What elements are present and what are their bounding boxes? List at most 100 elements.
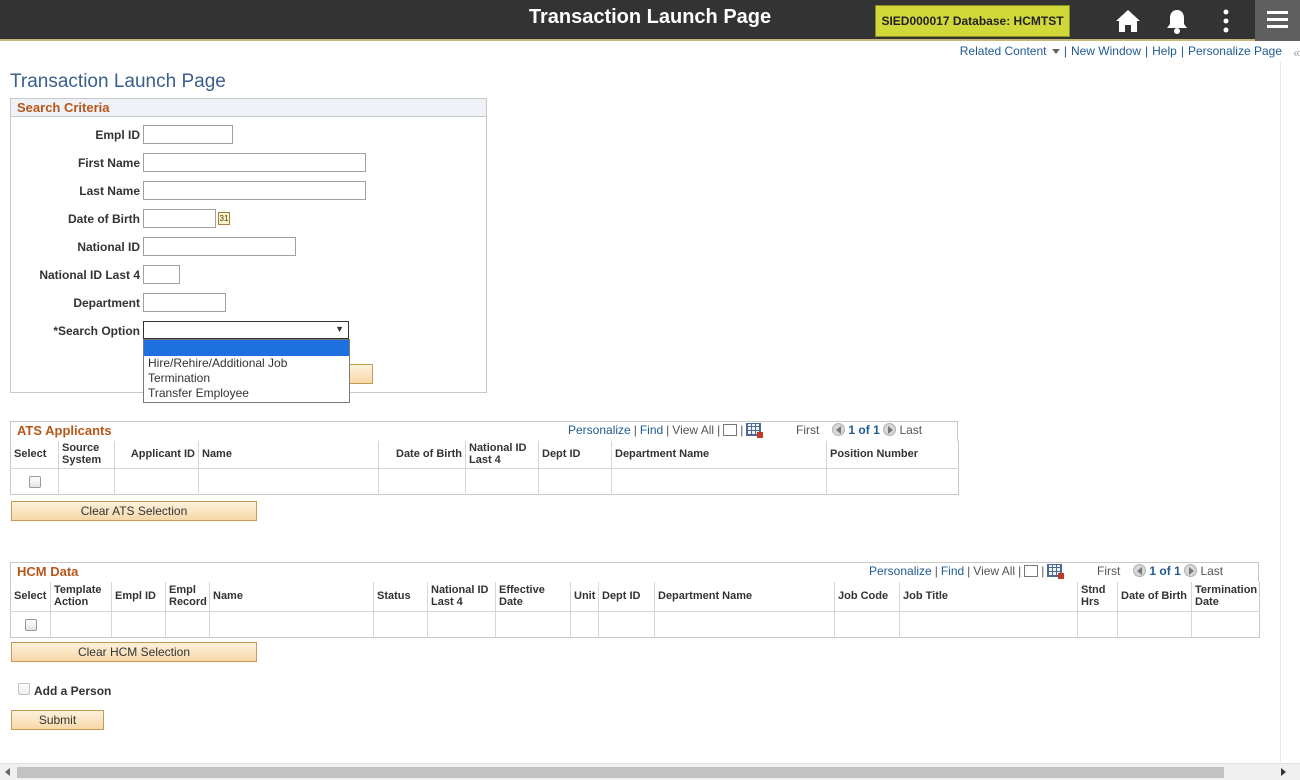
home-icon[interactable] — [1113, 6, 1143, 36]
dropdown-option-termination[interactable]: Termination — [144, 371, 349, 386]
hcm-last-label: Last — [1200, 564, 1224, 578]
table-row — [11, 611, 1260, 637]
scroll-left-icon[interactable] — [5, 768, 10, 776]
ats-grid-nav: Personalize | Find | View All | | First 1 of 1… — [568, 423, 923, 438]
hcm-header-row: Select Template Action Empl ID Empl Reco… — [10, 582, 1260, 612]
bell-icon[interactable] — [1162, 6, 1192, 36]
dropdown-arrow-icon: ▼ — [335, 324, 344, 334]
search-criteria-header: Search Criteria — [10, 98, 487, 117]
clear-hcm-selection-button[interactable]: Clear HCM Selection — [11, 642, 257, 662]
last-name-input[interactable] — [143, 181, 366, 200]
environment-badge: SIED000017 Database: HCMTST — [875, 5, 1070, 37]
download-excel-icon[interactable] — [746, 423, 764, 438]
calendar-icon[interactable]: 31 — [218, 212, 230, 225]
banner-title: Transaction Launch Page — [528, 6, 772, 28]
column-header: Unit — [570, 582, 599, 612]
table-row — [11, 468, 959, 494]
column-header: Date of Birth — [1117, 582, 1192, 612]
empl-id-input[interactable] — [143, 125, 233, 144]
ats-applicants-grid: Select Source System Applicant ID Name D… — [10, 441, 959, 495]
national-id-last4-label: National ID Last 4 — [39, 268, 140, 282]
column-header: Source System — [58, 441, 115, 469]
collapse-icon[interactable]: « — [1293, 46, 1300, 60]
first-name-input[interactable] — [143, 153, 366, 172]
column-header: Termination Date — [1191, 582, 1260, 612]
select-checkbox[interactable] — [24, 618, 37, 631]
horizontal-scrollbar[interactable] — [0, 763, 1300, 780]
scroll-right-icon[interactable] — [1281, 768, 1286, 776]
submit-button[interactable]: Submit — [11, 710, 104, 730]
clear-ats-selection-button[interactable]: Clear ATS Selection — [11, 501, 257, 521]
app-banner: Transaction Launch Page SIED000017 Datab… — [0, 0, 1300, 41]
column-header: Date of Birth — [378, 441, 466, 469]
ats-view-all-link[interactable]: View All — [672, 423, 714, 437]
kebab-menu-icon[interactable] — [1211, 6, 1241, 36]
page-title: Transaction Launch Page — [10, 71, 226, 92]
dropdown-option-blank[interactable] — [144, 340, 349, 356]
hcm-first-label: First — [1097, 564, 1121, 578]
search-option-dropdown[interactable]: Hire/Rehire/Additional Job Termination T… — [143, 339, 350, 403]
column-header: Empl Record — [165, 582, 210, 612]
hcm-view-all-link[interactable]: View All — [973, 564, 1015, 578]
column-header: Applicant ID — [114, 441, 199, 469]
empl-id-label: Empl ID — [95, 128, 140, 142]
nav-menu-icon[interactable] — [1255, 0, 1300, 41]
column-header: Department Name — [611, 441, 827, 469]
column-header: Job Code — [834, 582, 900, 612]
previous-icon[interactable] — [832, 423, 846, 436]
chevron-down-icon — [1051, 49, 1060, 54]
column-header: Name — [209, 582, 374, 612]
dropdown-option-transfer[interactable]: Transfer Employee — [144, 386, 349, 401]
column-header: Dept ID — [538, 441, 612, 469]
column-header: Stnd Hrs — [1077, 582, 1118, 612]
related-links-bar: Related Content | New Window | Help | Persona… — [959, 44, 1282, 58]
select-checkbox[interactable] — [28, 475, 41, 488]
column-header: Job Title — [899, 582, 1078, 612]
department-input[interactable] — [143, 293, 226, 312]
column-header: Department Name — [654, 582, 835, 612]
date-of-birth-input[interactable] — [143, 209, 216, 228]
column-header: Select — [10, 582, 51, 612]
column-header: National ID Last 4 — [427, 582, 496, 612]
download-excel-icon[interactable] — [1047, 564, 1065, 579]
vertical-scrollbar[interactable] — [1280, 62, 1300, 762]
column-header: Template Action — [50, 582, 112, 612]
help-link[interactable]: Help — [1152, 44, 1177, 58]
ats-header-row: Select Source System Applicant ID Name D… — [10, 441, 959, 469]
hcm-find-link[interactable]: Find — [941, 564, 964, 578]
search-option-select[interactable]: ▼ — [143, 321, 349, 339]
ats-range: 1 of 1 — [848, 423, 880, 437]
previous-icon[interactable] — [1133, 564, 1147, 577]
add-person-label: Add a Person — [34, 684, 112, 698]
department-label: Department — [73, 296, 140, 310]
next-icon[interactable] — [883, 423, 897, 436]
column-header: Name — [198, 441, 379, 469]
first-name-label: First Name — [77, 156, 140, 170]
last-name-label: Last Name — [79, 184, 140, 198]
search-option-label: *Search Option — [53, 324, 140, 338]
dropdown-option-hire[interactable]: Hire/Rehire/Additional Job — [144, 356, 349, 371]
add-person-checkbox[interactable] — [18, 683, 30, 695]
next-icon[interactable] — [1184, 564, 1198, 577]
national-id-input[interactable] — [143, 237, 296, 256]
ats-find-link[interactable]: Find — [640, 423, 663, 437]
column-header: Empl ID — [111, 582, 166, 612]
column-header: Effective Date — [495, 582, 571, 612]
zoom-grid-icon[interactable] — [723, 424, 738, 436]
date-of-birth-label: Date of Birth — [68, 212, 140, 226]
scrollbar-thumb[interactable] — [17, 767, 1224, 778]
national-id-last4-input[interactable] — [143, 265, 180, 284]
column-header: Dept ID — [598, 582, 655, 612]
ats-personalize-link[interactable]: Personalize — [568, 423, 631, 437]
ats-last-label: Last — [899, 423, 923, 437]
personalize-page-link[interactable]: Personalize Page — [1188, 44, 1282, 58]
zoom-grid-icon[interactable] — [1024, 565, 1039, 577]
new-window-link[interactable]: New Window — [1071, 44, 1141, 58]
column-header: Status — [373, 582, 428, 612]
hcm-range: 1 of 1 — [1149, 564, 1181, 578]
column-header: Select — [10, 441, 59, 469]
hcm-data-grid: Select Template Action Empl ID Empl Reco… — [10, 582, 1260, 638]
hcm-personalize-link[interactable]: Personalize — [869, 564, 932, 578]
related-content-link[interactable]: Related Content — [960, 44, 1060, 58]
national-id-label: National ID — [77, 240, 140, 254]
